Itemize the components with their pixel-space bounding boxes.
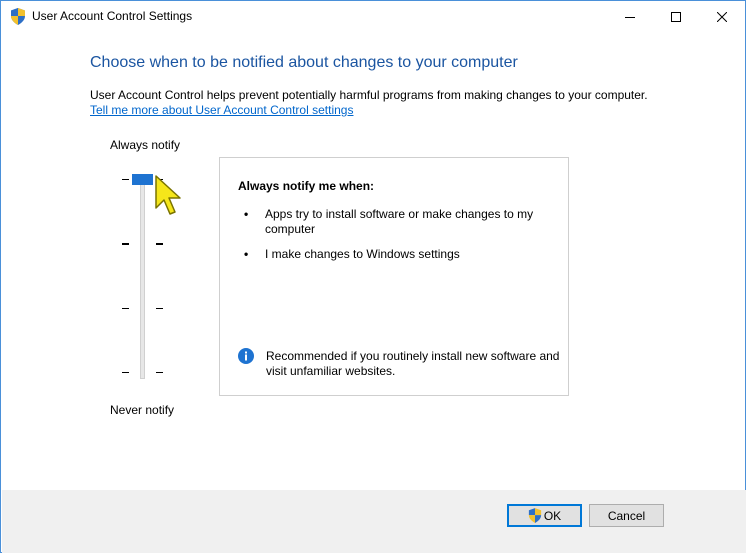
info-icon bbox=[238, 348, 254, 364]
shield-icon bbox=[528, 508, 541, 523]
slider-tick bbox=[156, 179, 163, 180]
ok-button[interactable]: OK bbox=[507, 504, 582, 527]
bullet-icon: • bbox=[244, 247, 249, 261]
title-bar[interactable]: User Account Control Settings bbox=[1, 1, 745, 32]
cancel-button[interactable]: Cancel bbox=[589, 504, 664, 527]
level-description-panel: Always notify me when: • Apps try to ins… bbox=[219, 157, 569, 396]
slider-tick bbox=[156, 372, 163, 373]
close-button[interactable] bbox=[699, 1, 745, 32]
slider-tick bbox=[156, 308, 163, 309]
close-icon bbox=[717, 11, 727, 22]
minimize-icon bbox=[625, 16, 635, 18]
slider-track[interactable] bbox=[140, 174, 145, 379]
ok-label: OK bbox=[543, 508, 562, 523]
slider-tick bbox=[156, 243, 163, 245]
page-heading: Choose when to be notified about changes… bbox=[90, 54, 518, 71]
slider-tick bbox=[122, 372, 129, 373]
maximize-icon bbox=[671, 11, 681, 22]
window-title: User Account Control Settings bbox=[32, 9, 193, 23]
bullet-text: I make changes to Windows settings bbox=[265, 247, 460, 261]
slider-bottom-label: Never notify bbox=[110, 403, 175, 417]
cancel-label: Cancel bbox=[607, 508, 646, 523]
recommendation-text: Recommended if you routinely install new… bbox=[266, 349, 560, 378]
shield-icon bbox=[11, 8, 25, 25]
bullet-text: Apps try to install software or make cha… bbox=[265, 207, 534, 236]
learn-more-link[interactable]: Tell me more about User Account Control … bbox=[90, 103, 353, 117]
slider-thumb[interactable] bbox=[132, 174, 153, 185]
uac-settings-window: User Account Control Settings Choose whe… bbox=[0, 0, 746, 553]
mouse-pointer-icon bbox=[155, 175, 181, 215]
slider-tick bbox=[122, 308, 129, 309]
panel-title: Always notify me when: bbox=[238, 179, 375, 193]
slider-tick bbox=[122, 179, 129, 180]
slider-tick bbox=[122, 243, 129, 245]
button-bar: OK Cancel bbox=[2, 490, 746, 553]
maximize-button[interactable] bbox=[653, 1, 699, 32]
minimize-button[interactable] bbox=[607, 1, 653, 32]
bullet-icon: • bbox=[244, 207, 249, 221]
slider-top-label: Always notify bbox=[110, 138, 181, 152]
description-text: User Account Control helps prevent poten… bbox=[90, 88, 648, 102]
